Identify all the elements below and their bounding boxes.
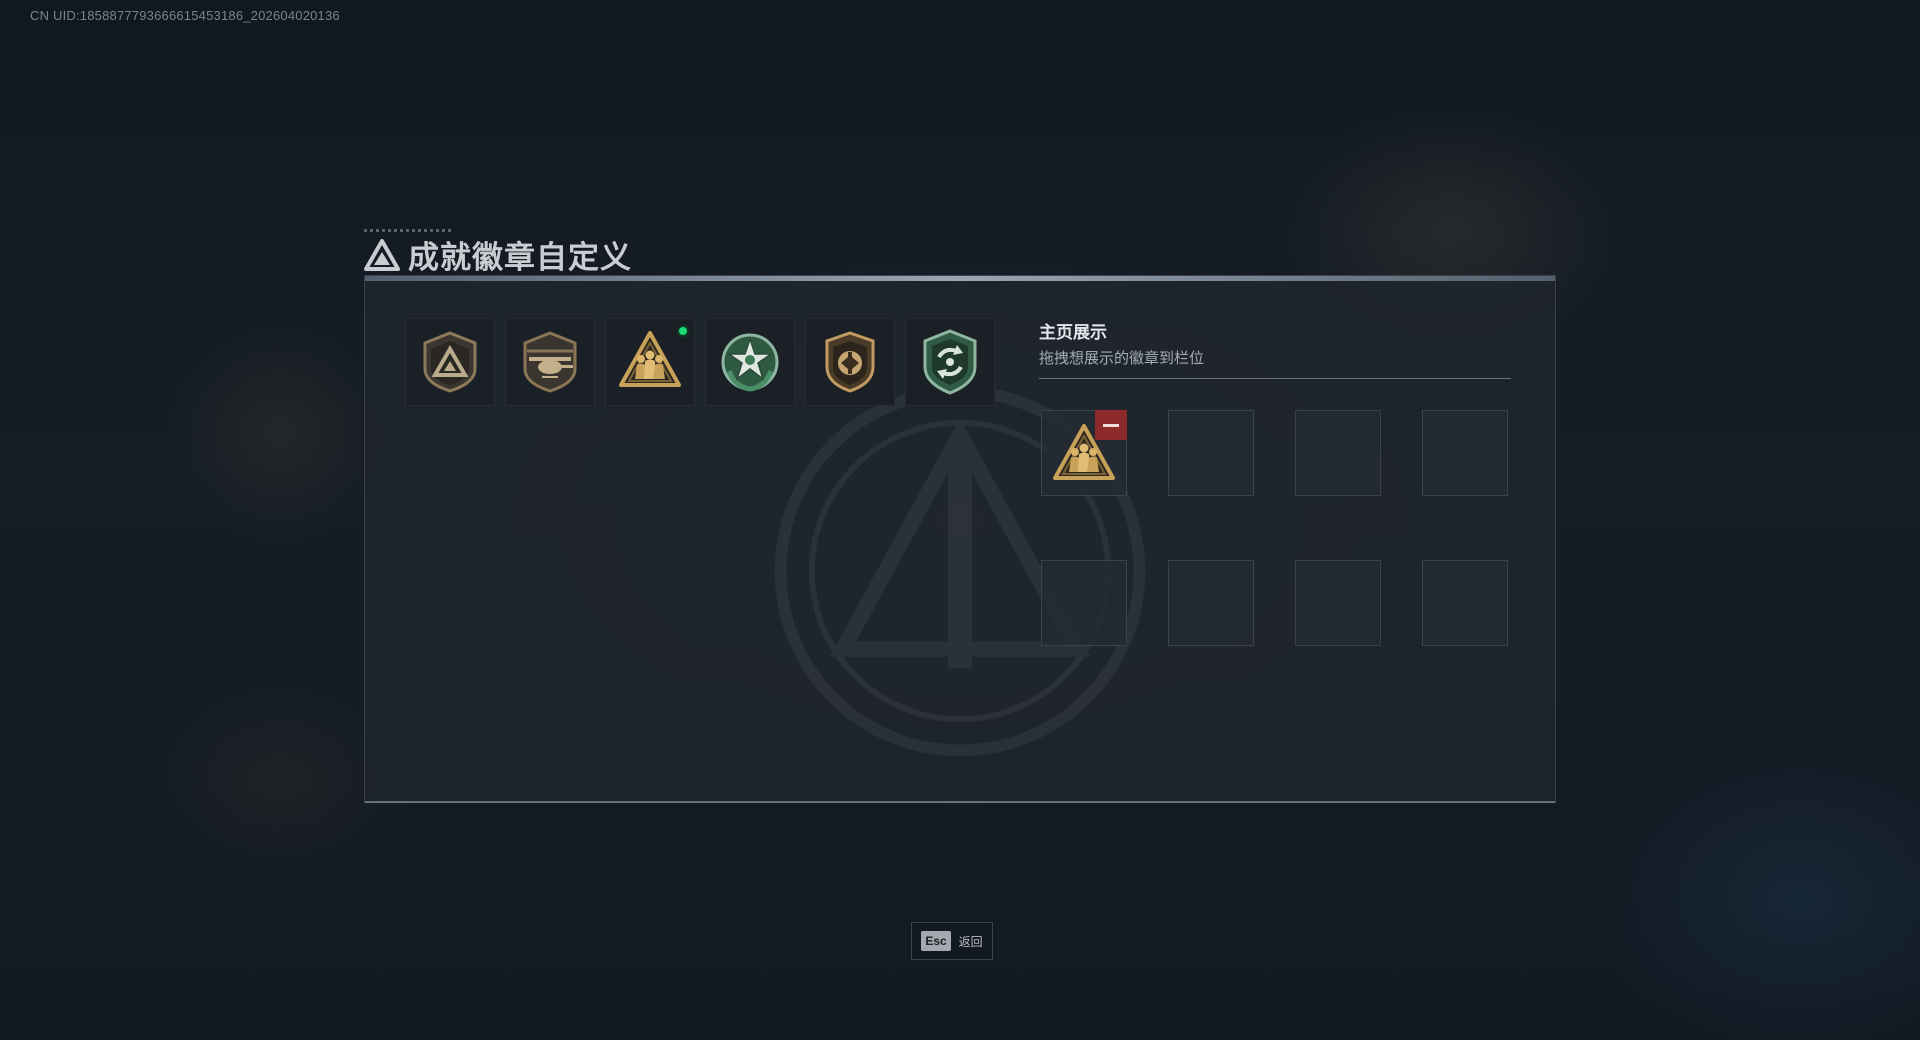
- eagle-shield-badge-icon: [825, 331, 875, 393]
- showcase-slot-empty[interactable]: [1168, 410, 1254, 496]
- badge-item[interactable]: [605, 318, 695, 406]
- esc-key-hint: Esc: [921, 931, 951, 951]
- page-title: 成就徽章自定义: [408, 240, 632, 275]
- back-label: 返回: [958, 934, 983, 949]
- recycle-shield-badge-icon: [923, 329, 977, 395]
- showcase-subtitle: 拖拽想展示的徽章到栏位: [1039, 350, 1205, 367]
- showcase-slot-empty[interactable]: [1422, 410, 1508, 496]
- delta-triangle-icon: [364, 238, 400, 271]
- remove-badge-button[interactable]: [1095, 410, 1127, 440]
- showcase-title: 主页展示: [1039, 323, 1107, 342]
- homepage-showcase: 主页展示 拖拽想展示的徽章到栏位: [1039, 318, 1511, 646]
- showcase-slot-empty[interactable]: [1041, 560, 1127, 646]
- showcase-slot-empty[interactable]: [1422, 560, 1508, 646]
- minus-icon: [1103, 423, 1119, 427]
- uid-label: CN UID:1858877793666615453186_2026040201…: [30, 8, 340, 23]
- panel-top-bar: [365, 276, 1555, 281]
- badge-item[interactable]: [805, 318, 895, 406]
- star-wreath-badge-icon: [721, 333, 779, 392]
- back-button[interactable]: Esc 返回: [911, 922, 993, 960]
- badge-item[interactable]: [405, 318, 495, 406]
- showcase-slot-empty[interactable]: [1295, 560, 1381, 646]
- showcase-divider: [1039, 378, 1511, 379]
- badge-inventory: [405, 318, 995, 406]
- panel-bottom-bar: [365, 801, 1555, 803]
- helicopter-shield-badge-icon: [523, 331, 577, 393]
- badge-item[interactable]: [905, 318, 995, 406]
- triangle-shield-badge-icon: [423, 331, 477, 393]
- showcase-slot-empty[interactable]: [1168, 560, 1254, 646]
- showcase-slot-empty[interactable]: [1295, 410, 1381, 496]
- soldiers-triangle-badge-icon: [619, 331, 681, 387]
- badge-item[interactable]: [705, 318, 795, 406]
- badge-customization-panel: 主页展示 拖拽想展示的徽章到栏位: [364, 275, 1556, 803]
- badge-item[interactable]: [505, 318, 595, 406]
- showcase-slot-grid: [1041, 410, 1508, 646]
- new-indicator-dot: [677, 325, 689, 337]
- page-header: 成就徽章自定义: [364, 232, 632, 277]
- showcase-slot[interactable]: [1041, 410, 1127, 496]
